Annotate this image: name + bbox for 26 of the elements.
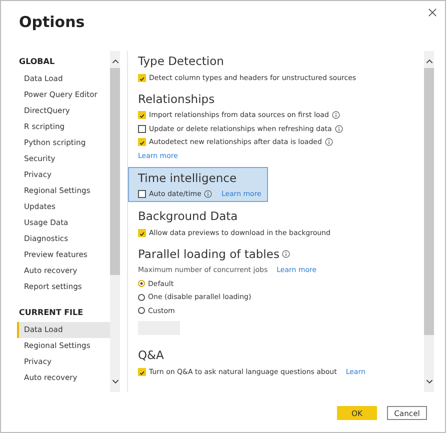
info-icon[interactable] bbox=[334, 124, 343, 133]
section-title: Type Detection bbox=[138, 54, 224, 68]
checkbox[interactable] bbox=[138, 124, 146, 133]
nav-heading: CURRENT FILE bbox=[18, 307, 84, 319]
chevron-up-icon[interactable] bbox=[112, 59, 118, 64]
info-icon[interactable] bbox=[204, 190, 212, 198]
nav-heading: GLOBAL bbox=[18, 56, 56, 68]
radio-button[interactable] bbox=[138, 294, 145, 301]
chevron-down-icon[interactable] bbox=[112, 379, 118, 384]
checkbox[interactable] bbox=[138, 190, 146, 198]
window-title: Options bbox=[19, 13, 85, 33]
section-title: Parallel loading of tables bbox=[138, 246, 280, 260]
chevron-up-icon[interactable] bbox=[426, 59, 432, 64]
chevron-down-icon[interactable] bbox=[426, 379, 432, 384]
section-title: Background Data bbox=[138, 209, 238, 223]
scrollbar[interactable] bbox=[424, 51, 434, 392]
section-title: Time intelligence bbox=[138, 170, 237, 184]
info-icon[interactable] bbox=[332, 111, 340, 120]
section-title: Q&A bbox=[138, 348, 164, 362]
radio-button[interactable] bbox=[138, 307, 145, 314]
info-icon[interactable] bbox=[282, 250, 290, 258]
close-icon[interactable] bbox=[428, 8, 437, 17]
scrollbar[interactable] bbox=[110, 51, 120, 392]
radio-button[interactable] bbox=[138, 280, 145, 288]
info-icon[interactable] bbox=[324, 138, 333, 146]
section-title: Relationships bbox=[138, 92, 215, 106]
